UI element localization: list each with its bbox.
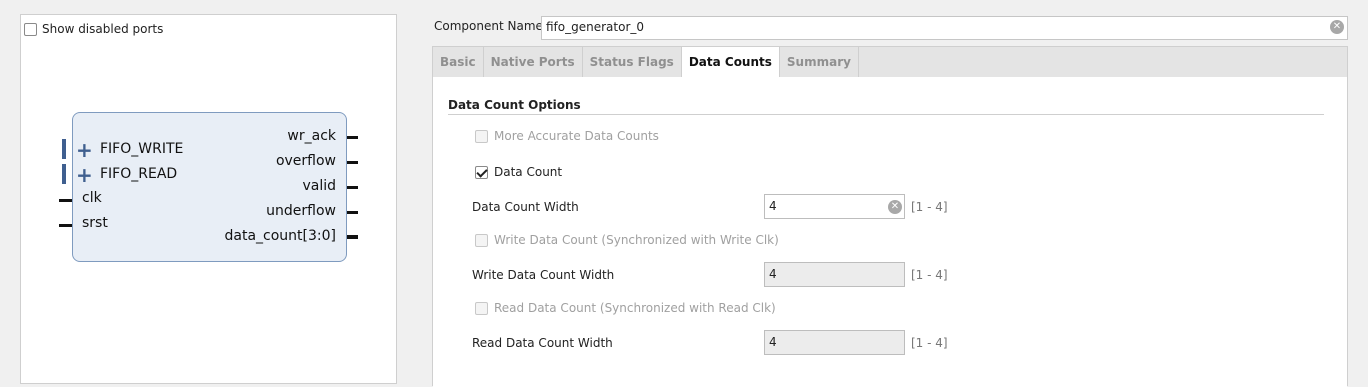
write-data-count-option[interactable]: Write Data Count (Synchronized with Writ… <box>475 233 779 247</box>
expand-fifo-read-icon[interactable]: + <box>76 165 93 185</box>
port-data-count[interactable]: data_count[3:0] <box>225 228 337 244</box>
port-fifo-write[interactable]: FIFO_WRITE <box>100 141 183 157</box>
tab-data-counts[interactable]: Data Counts <box>681 47 780 78</box>
configuration-tabs-panel: Basic Native Ports Status Flags Data Cou… <box>432 46 1348 387</box>
pin-overflow <box>347 161 358 164</box>
data-count-width-input[interactable]: 4 <box>764 194 905 219</box>
pin-data-count-bus <box>347 235 358 239</box>
pin-underflow <box>347 211 358 214</box>
write-data-count-label: Write Data Count (Synchronized with Writ… <box>494 233 779 247</box>
read-data-count-checkbox[interactable] <box>475 301 488 315</box>
expand-fifo-write-icon[interactable]: + <box>76 140 93 160</box>
write-data-count-width-label: Write Data Count Width <box>472 268 615 282</box>
port-underflow[interactable]: underflow <box>266 203 336 219</box>
data-count-width-range: [1 - 4] <box>911 200 948 214</box>
data-count-option[interactable]: Data Count <box>475 165 562 179</box>
port-fifo-read[interactable]: FIFO_READ <box>100 166 177 182</box>
bus-pin-fifo-read <box>62 164 66 184</box>
section-title: Data Count Options <box>448 98 581 112</box>
tab-summary[interactable]: Summary <box>780 47 859 77</box>
component-name-label: Component Name <box>434 19 543 33</box>
data-counts-content: Data Count Options More Accurate Data Co… <box>433 77 1347 387</box>
more-accurate-data-counts-label: More Accurate Data Counts <box>494 129 659 143</box>
read-data-count-option[interactable]: Read Data Count (Synchronized with Read … <box>475 301 776 315</box>
more-accurate-data-counts-checkbox[interactable] <box>475 129 488 143</box>
show-disabled-ports-option[interactable]: Show disabled ports <box>24 22 163 36</box>
section-divider <box>448 114 1324 115</box>
component-name-input[interactable]: fifo_generator_0 <box>541 16 1348 40</box>
clear-component-name-icon[interactable]: ✕ <box>1330 20 1344 34</box>
data-count-label: Data Count <box>494 165 563 179</box>
port-overflow[interactable]: overflow <box>276 153 336 169</box>
tab-status-flags[interactable]: Status Flags <box>583 47 682 77</box>
data-count-checkbox[interactable] <box>475 165 488 179</box>
port-clk[interactable]: clk <box>82 190 102 206</box>
read-data-count-width-range: [1 - 4] <box>911 336 948 350</box>
write-data-count-checkbox[interactable] <box>475 233 488 247</box>
port-srst[interactable]: srst <box>82 215 108 231</box>
pin-valid <box>347 186 358 189</box>
read-data-count-width-label: Read Data Count Width <box>472 336 613 350</box>
show-disabled-ports-label: Show disabled ports <box>42 22 164 36</box>
tab-bar: Basic Native Ports Status Flags Data Cou… <box>433 47 859 78</box>
pin-srst <box>59 224 72 227</box>
read-data-count-width-input[interactable]: 4 <box>764 330 905 355</box>
bus-pin-fifo-write <box>62 139 66 159</box>
pin-wr-ack <box>347 136 358 139</box>
more-accurate-data-counts-option[interactable]: More Accurate Data Counts <box>475 129 659 143</box>
port-wr-ack[interactable]: wr_ack <box>287 128 336 144</box>
tab-native-ports[interactable]: Native Ports <box>484 47 583 77</box>
clear-data-count-width-icon[interactable]: ✕ <box>888 200 902 214</box>
ip-symbol-panel: Show disabled ports + FIFO_WRITE + FIFO_… <box>20 14 397 384</box>
write-data-count-width-input[interactable]: 4 <box>764 262 905 287</box>
show-disabled-ports-checkbox[interactable] <box>24 22 37 36</box>
pin-clk <box>59 199 72 202</box>
tab-basic[interactable]: Basic <box>433 47 484 77</box>
read-data-count-label: Read Data Count (Synchronized with Read … <box>494 301 776 315</box>
port-valid[interactable]: valid <box>302 178 336 194</box>
write-data-count-width-range: [1 - 4] <box>911 268 948 282</box>
data-count-width-label: Data Count Width <box>472 200 579 214</box>
